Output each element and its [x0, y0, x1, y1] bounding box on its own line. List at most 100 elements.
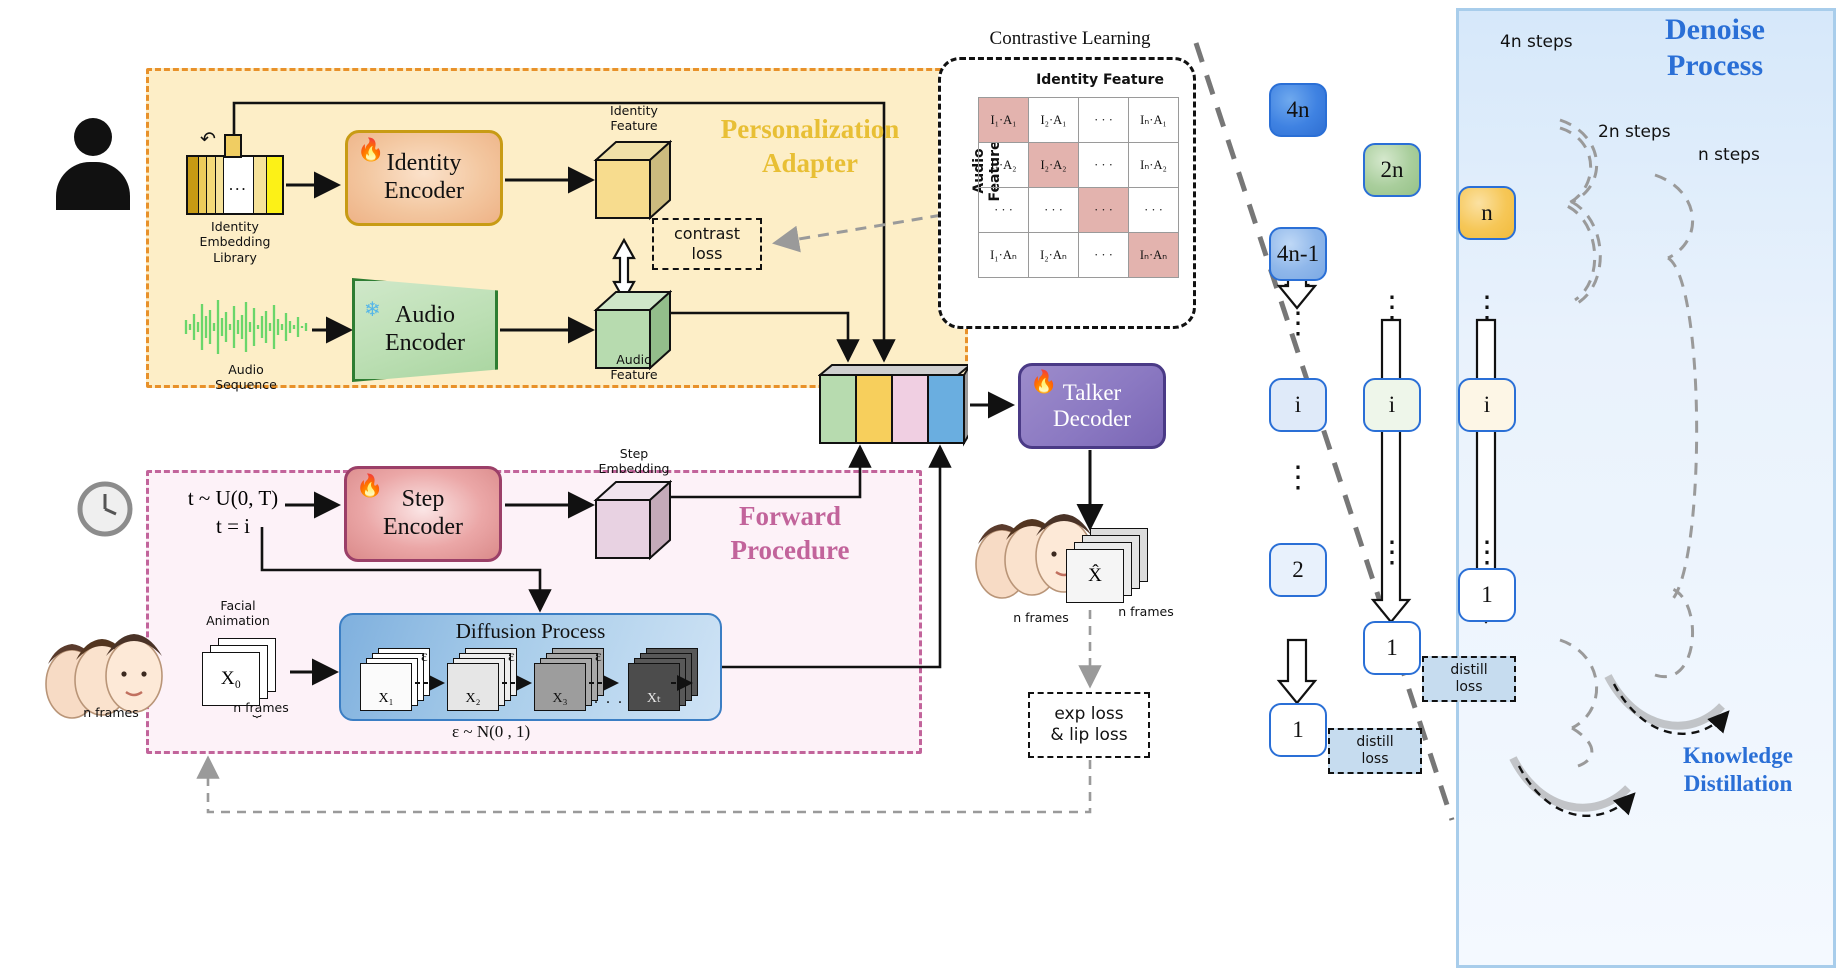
distill-loss-box-1: distill loss [1328, 728, 1422, 774]
x0-nframes-label: n frames [233, 700, 289, 715]
timestep-sampling-label: t ~ U(0, T) t = i [168, 484, 298, 541]
idlib-cap-3: Library [213, 249, 257, 265]
denoise-node-2n: 2n [1363, 143, 1421, 197]
fire-icon: 🔥 [356, 473, 384, 498]
talker-decoder-block[interactable]: 🔥 Talker Decoder [1018, 363, 1166, 449]
aud-feat-cap-2: Feature [610, 367, 658, 383]
diffusion-arrows [415, 675, 693, 691]
denoise-node-2: 2 [1269, 543, 1327, 597]
matrix-cell: · · · [1078, 142, 1129, 188]
denoise-col2-steps-label: 2n steps [1598, 122, 1671, 142]
id-feat-cap-1: Identity [610, 103, 658, 118]
table-row: I₁·Aₙ I₂·Aₙ · · · Iₙ·Aₙ [978, 232, 1179, 278]
identity-feature-cube [592, 138, 673, 224]
clock-icon [76, 480, 134, 538]
predicted-label: X̂ [1066, 549, 1124, 603]
x0-label: X₀ [202, 652, 260, 706]
table-row: · · · · · · · · · · · · [978, 187, 1179, 233]
contrast-loss-line2: loss [691, 244, 723, 263]
contrast-loss-box: contrast loss [652, 218, 762, 270]
audio-waveform-icon [178, 296, 314, 358]
matrix-cell: · · · [1078, 232, 1129, 278]
noise-label-3: ε [595, 648, 602, 665]
denoise-col1-steps-label: 4n steps [1500, 32, 1573, 52]
matrix-cell: · · · [1028, 187, 1079, 233]
matrix-cell: · · · [1078, 187, 1129, 233]
snowflake-icon: ❄ [364, 299, 381, 321]
facial-anim-cap-1: Facial [220, 598, 256, 613]
audio-encoder-label-1: Audio [395, 302, 455, 329]
denoise-node-col2-i: i [1363, 378, 1421, 432]
t-dist-line2: t = i [215, 514, 250, 539]
denoise-node-col1-i: i [1269, 378, 1327, 432]
audio-encoder-block[interactable]: ❄ Audio Encoder [352, 278, 498, 382]
table-row: I₁·A₂ I₂·A₂ · · · Iₙ·A₂ [978, 142, 1179, 188]
identity-encoder-label-2: Encoder [384, 178, 464, 204]
fp-title-line1: Forward [739, 501, 841, 531]
input-frames-caption: n frames [83, 705, 139, 720]
denoise-col2-dots-top: ⋮ [1377, 291, 1407, 324]
denoise-node-4n-1: 4n-1 [1269, 227, 1327, 281]
matrix-cell: · · · [978, 187, 1029, 233]
idlib-ellipsis: ... [223, 157, 254, 213]
identity-embedding-library[interactable]: ... [186, 155, 284, 215]
denoise-col1-dots-bottom: ⋮ [1283, 461, 1313, 494]
step-embedding-cube [592, 478, 673, 564]
distill-loss-1-line1: distill [1356, 734, 1394, 751]
distill-loss-box-2: distill loss [1422, 656, 1516, 702]
step-emb-cap-2: Embedding [598, 461, 670, 477]
denoise-process-panel [1456, 8, 1836, 968]
exp-loss-line1: exp loss [1054, 703, 1124, 724]
person-icon [52, 118, 132, 210]
exp-loss-box: exp loss & lip loss [1028, 692, 1150, 758]
t-dist-line1: t ~ U(0, T) [187, 486, 279, 510]
contrast-loss-line1: contrast [674, 224, 740, 243]
talker-decoder-label-1: Talker [1062, 379, 1122, 405]
identity-feature-caption: Identity Feature [586, 103, 682, 134]
distill-loss-2-line1: distill [1450, 662, 1488, 679]
facial-anim-cap-2: Animation [206, 613, 270, 629]
idlib-slot-3 [206, 157, 217, 213]
matrix-cell: Iₙ·A₁ [1128, 97, 1179, 143]
exp-loss-line2: & lip loss [1050, 725, 1128, 745]
step-encoder-block[interactable]: 🔥 Step Encoder [344, 466, 502, 562]
idlib-slot-1 [188, 157, 200, 213]
idlib-slot-5 [253, 157, 267, 213]
table-row: I₁·A₁ I₂·A₁ · · · Iₙ·A₁ [978, 97, 1179, 143]
distill-loss-1-line2: loss [1361, 751, 1389, 767]
denoise-node-col1-1: 1 [1269, 703, 1327, 757]
matrix-cell: I₁·Aₙ [978, 232, 1029, 278]
facial-animation-caption: Facial Animation [186, 598, 290, 629]
matrix-cell: · · · [1128, 187, 1179, 233]
audio-seq-cap-2: Sequence [215, 377, 277, 393]
idlib-cap-1: Identity [211, 219, 259, 234]
matrix-cell: Iₙ·Aₙ [1128, 232, 1179, 278]
matrix-cell: I₁·A₁ [978, 97, 1029, 143]
pa-title-line2: Adapter [762, 147, 858, 178]
idlib-selected-tab [224, 134, 242, 158]
denoise-node-4n: 4n [1269, 83, 1327, 137]
kd-title-line1: Knowledge [1683, 743, 1793, 768]
denoise-col3-steps-label: n steps [1698, 145, 1760, 165]
gt-frames-caption: n frames [1013, 610, 1069, 625]
distill-loss-2-line2: loss [1455, 679, 1483, 695]
pa-title-line1: Personalization [720, 114, 900, 144]
contrastive-learning-heading: Contrastive Learning [989, 28, 1151, 49]
step-embedding-caption: Step Embedding [584, 446, 684, 477]
denoise-col3-dots-top: ⋮ [1472, 291, 1502, 324]
denoise-col3-dots-bottom: ⋮ [1472, 536, 1502, 569]
fire-icon: 🔥 [357, 137, 385, 162]
noise-label-1: ε [421, 648, 428, 665]
step-encoder-label-1: Step [401, 486, 445, 513]
step-encoder-label-2: Encoder [383, 514, 463, 540]
identity-encoder-block[interactable]: 🔥 Identity Encoder [345, 130, 503, 226]
kd-title-line2: Distillation [1683, 770, 1793, 796]
step-emb-cap-1: Step [619, 446, 649, 461]
aud-feat-cap-1: Audio [616, 352, 652, 367]
forward-procedure-title: Forward Procedure [690, 500, 890, 568]
feature-concat-stack [817, 361, 973, 447]
fp-title-line2: Procedure [730, 534, 850, 565]
denoise-col2-dots-bottom: ⋮ [1377, 536, 1407, 569]
cl-identity-feature-axis-label: Identity Feature [1036, 72, 1164, 88]
id-feat-cap-2: Feature [610, 118, 658, 134]
